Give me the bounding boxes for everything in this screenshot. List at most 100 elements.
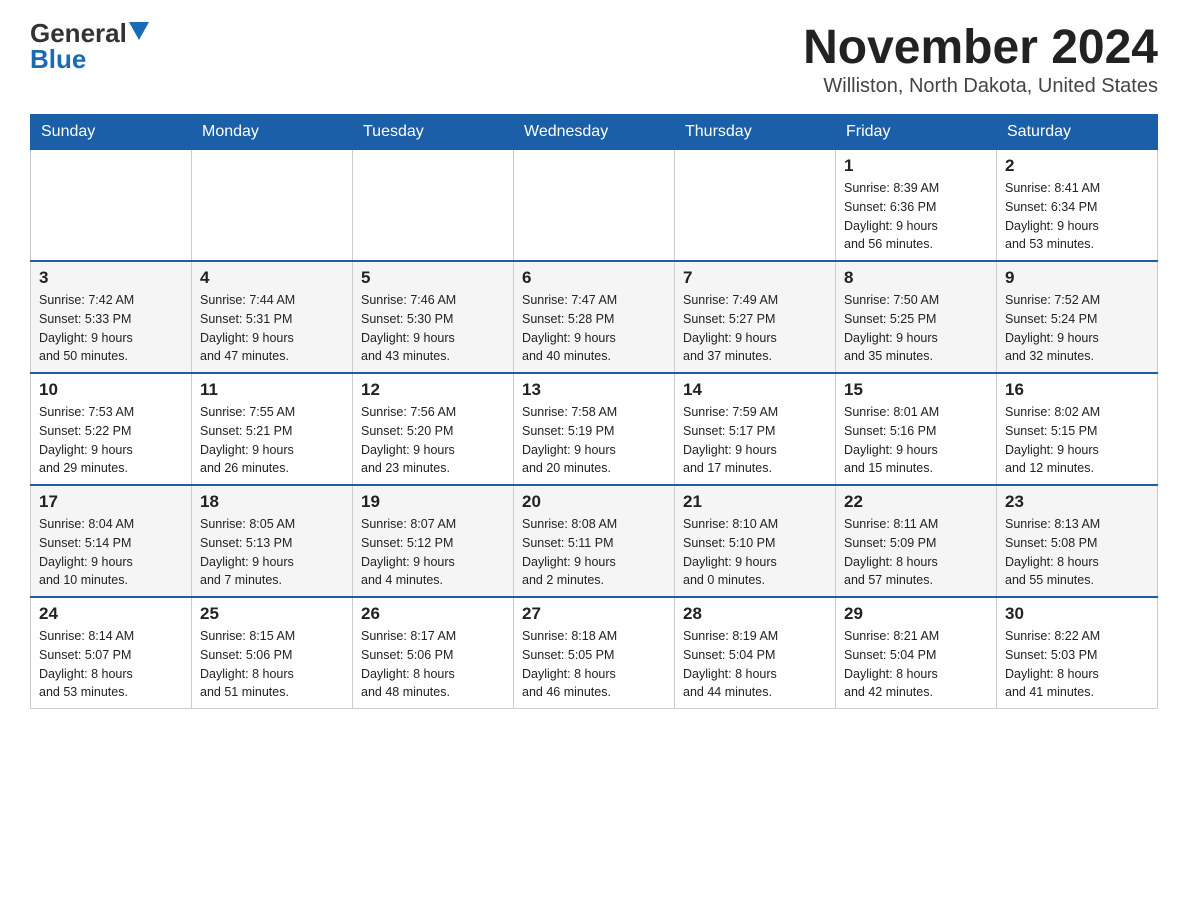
- day-number: 16: [1005, 380, 1149, 400]
- day-number: 11: [200, 380, 344, 400]
- table-row: 28 Sunrise: 8:19 AMSunset: 5:04 PMDayligh…: [675, 597, 836, 709]
- day-info: Sunrise: 7:49 AMSunset: 5:27 PMDaylight:…: [683, 291, 827, 366]
- table-row: 9 Sunrise: 7:52 AMSunset: 5:24 PMDaylight…: [997, 261, 1158, 373]
- day-number: 4: [200, 268, 344, 288]
- table-row: 18Sunrise: 8:05 AMSunset: 5:13 PMDayligh…: [192, 485, 353, 597]
- table-row: 10 Sunrise: 7:53 AMSunset: 5:22 PMDayligh…: [31, 373, 192, 485]
- day-number: 14: [683, 380, 827, 400]
- day-number: 19: [361, 492, 505, 512]
- table-row: [31, 150, 192, 262]
- calendar-table: Sunday Monday Tuesday Wednesday Thursday…: [30, 114, 1158, 709]
- day-info: Sunrise: 8:04 AMSunset: 5:14 PMDaylight:…: [39, 515, 183, 590]
- day-info: Sunrise: 8:14 AMSunset: 5:07 PMDaylight:…: [39, 627, 183, 702]
- day-info: Sunrise: 8:07 AMSunset: 5:12 PMDaylight:…: [361, 515, 505, 590]
- day-info: Sunrise: 8:41 AMSunset: 6:34 PMDaylight:…: [1005, 179, 1149, 254]
- day-number: 10: [39, 380, 183, 400]
- day-info: Sunrise: 8:19 AMSunset: 5:04 PMDaylight:…: [683, 627, 827, 702]
- col-monday: Monday: [192, 115, 353, 150]
- day-info: Sunrise: 8:08 AMSunset: 5:11 PMDaylight:…: [522, 515, 666, 590]
- col-thursday: Thursday: [675, 115, 836, 150]
- table-row: 19 Sunrise: 8:07 AMSunset: 5:12 PMDayligh…: [353, 485, 514, 597]
- month-title: November 2024: [803, 20, 1158, 75]
- logo: General Blue: [30, 20, 149, 72]
- day-number: 24: [39, 604, 183, 624]
- table-row: 25 Sunrise: 8:15 AMSunset: 5:06 PMDayligh…: [192, 597, 353, 709]
- day-info: Sunrise: 8:21 AMSunset: 5:04 PMDaylight:…: [844, 627, 988, 702]
- day-number: 17: [39, 492, 183, 512]
- table-row: [675, 150, 836, 262]
- table-row: 21 Sunrise: 8:10 AMSunset: 5:10 PMDayligh…: [675, 485, 836, 597]
- table-row: 26 Sunrise: 8:17 AMSunset: 5:06 PMDayligh…: [353, 597, 514, 709]
- col-saturday: Saturday: [997, 115, 1158, 150]
- table-row: 2Sunrise: 8:41 AMSunset: 6:34 PMDaylight…: [997, 150, 1158, 262]
- calendar-row: 1 Sunrise: 8:39 AMSunset: 6:36 PMDaylight…: [31, 150, 1158, 262]
- day-info: Sunrise: 8:11 AMSunset: 5:09 PMDaylight:…: [844, 515, 988, 590]
- day-number: 15: [844, 380, 988, 400]
- table-row: 5 Sunrise: 7:46 AMSunset: 5:30 PMDaylight…: [353, 261, 514, 373]
- day-number: 12: [361, 380, 505, 400]
- day-info: Sunrise: 8:18 AMSunset: 5:05 PMDaylight:…: [522, 627, 666, 702]
- table-row: 20 Sunrise: 8:08 AMSunset: 5:11 PMDayligh…: [514, 485, 675, 597]
- table-row: 3Sunrise: 7:42 AMSunset: 5:33 PMDaylight…: [31, 261, 192, 373]
- col-tuesday: Tuesday: [353, 115, 514, 150]
- day-number: 21: [683, 492, 827, 512]
- day-info: Sunrise: 7:58 AMSunset: 5:19 PMDaylight:…: [522, 403, 666, 478]
- day-info: Sunrise: 8:10 AMSunset: 5:10 PMDaylight:…: [683, 515, 827, 590]
- day-info: Sunrise: 8:02 AMSunset: 5:15 PMDaylight:…: [1005, 403, 1149, 478]
- day-info: Sunrise: 7:46 AMSunset: 5:30 PMDaylight:…: [361, 291, 505, 366]
- table-row: 6Sunrise: 7:47 AMSunset: 5:28 PMDaylight…: [514, 261, 675, 373]
- table-row: 13Sunrise: 7:58 AMSunset: 5:19 PMDayligh…: [514, 373, 675, 485]
- table-row: 11Sunrise: 7:55 AMSunset: 5:21 PMDayligh…: [192, 373, 353, 485]
- day-info: Sunrise: 8:17 AMSunset: 5:06 PMDaylight:…: [361, 627, 505, 702]
- day-number: 25: [200, 604, 344, 624]
- day-number: 28: [683, 604, 827, 624]
- day-number: 29: [844, 604, 988, 624]
- day-info: Sunrise: 8:22 AMSunset: 5:03 PMDaylight:…: [1005, 627, 1149, 702]
- calendar-row: 24 Sunrise: 8:14 AMSunset: 5:07 PMDayligh…: [31, 597, 1158, 709]
- day-number: 22: [844, 492, 988, 512]
- table-row: [353, 150, 514, 262]
- table-row: 27 Sunrise: 8:18 AMSunset: 5:05 PMDayligh…: [514, 597, 675, 709]
- calendar-header-row: Sunday Monday Tuesday Wednesday Thursday…: [31, 115, 1158, 150]
- table-row: 29 Sunrise: 8:21 AMSunset: 5:04 PMDayligh…: [836, 597, 997, 709]
- col-sunday: Sunday: [31, 115, 192, 150]
- day-number: 9: [1005, 268, 1149, 288]
- table-row: 22 Sunrise: 8:11 AMSunset: 5:09 PMDayligh…: [836, 485, 997, 597]
- logo-general: General: [30, 20, 127, 46]
- day-info: Sunrise: 7:47 AMSunset: 5:28 PMDaylight:…: [522, 291, 666, 366]
- day-info: Sunrise: 7:53 AMSunset: 5:22 PMDaylight:…: [39, 403, 183, 478]
- table-row: 12 Sunrise: 7:56 AMSunset: 5:20 PMDayligh…: [353, 373, 514, 485]
- day-number: 1: [844, 156, 988, 176]
- day-number: 26: [361, 604, 505, 624]
- day-number: 23: [1005, 492, 1149, 512]
- day-number: 20: [522, 492, 666, 512]
- day-info: Sunrise: 8:05 AMSunset: 5:13 PMDaylight:…: [200, 515, 344, 590]
- day-info: Sunrise: 8:39 AMSunset: 6:36 PMDaylight:…: [844, 179, 988, 254]
- day-info: Sunrise: 8:13 AMSunset: 5:08 PMDaylight:…: [1005, 515, 1149, 590]
- table-row: 15 Sunrise: 8:01 AMSunset: 5:16 PMDayligh…: [836, 373, 997, 485]
- day-number: 30: [1005, 604, 1149, 624]
- table-row: 8Sunrise: 7:50 AMSunset: 5:25 PMDaylight…: [836, 261, 997, 373]
- table-row: 24 Sunrise: 8:14 AMSunset: 5:07 PMDayligh…: [31, 597, 192, 709]
- calendar-row: 3Sunrise: 7:42 AMSunset: 5:33 PMDaylight…: [31, 261, 1158, 373]
- col-wednesday: Wednesday: [514, 115, 675, 150]
- day-number: 7: [683, 268, 827, 288]
- table-row: 14 Sunrise: 7:59 AMSunset: 5:17 PMDayligh…: [675, 373, 836, 485]
- day-info: Sunrise: 7:56 AMSunset: 5:20 PMDaylight:…: [361, 403, 505, 478]
- day-info: Sunrise: 8:01 AMSunset: 5:16 PMDaylight:…: [844, 403, 988, 478]
- calendar-row: 17 Sunrise: 8:04 AMSunset: 5:14 PMDayligh…: [31, 485, 1158, 597]
- calendar-row: 10 Sunrise: 7:53 AMSunset: 5:22 PMDayligh…: [31, 373, 1158, 485]
- day-info: Sunrise: 7:42 AMSunset: 5:33 PMDaylight:…: [39, 291, 183, 366]
- day-info: Sunrise: 7:59 AMSunset: 5:17 PMDaylight:…: [683, 403, 827, 478]
- table-row: 16 Sunrise: 8:02 AMSunset: 5:15 PMDayligh…: [997, 373, 1158, 485]
- logo-arrow-icon: [129, 22, 149, 40]
- day-number: 5: [361, 268, 505, 288]
- day-info: Sunrise: 7:52 AMSunset: 5:24 PMDaylight:…: [1005, 291, 1149, 366]
- day-number: 27: [522, 604, 666, 624]
- table-row: 4 Sunrise: 7:44 AMSunset: 5:31 PMDaylight…: [192, 261, 353, 373]
- day-info: Sunrise: 8:15 AMSunset: 5:06 PMDaylight:…: [200, 627, 344, 702]
- day-info: Sunrise: 7:44 AMSunset: 5:31 PMDaylight:…: [200, 291, 344, 366]
- page-header: General Blue November 2024 Williston, No…: [30, 20, 1158, 98]
- table-row: 7 Sunrise: 7:49 AMSunset: 5:27 PMDaylight…: [675, 261, 836, 373]
- table-row: 1 Sunrise: 8:39 AMSunset: 6:36 PMDaylight…: [836, 150, 997, 262]
